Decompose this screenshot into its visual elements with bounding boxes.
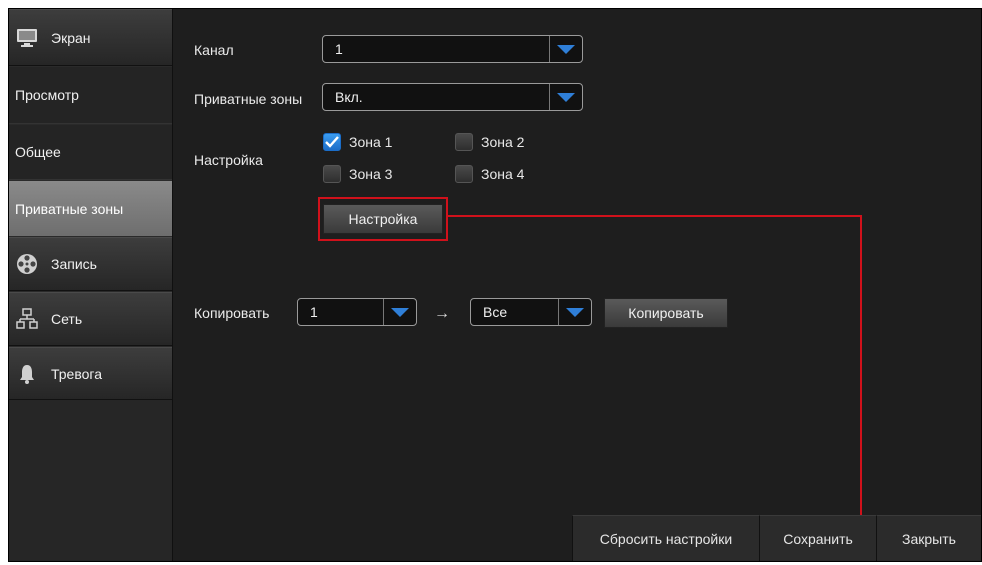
copy-to-value: Все xyxy=(483,304,508,320)
chevron-down-icon xyxy=(549,36,582,62)
sidebar-item-privacy-zones[interactable]: Приватные зоны xyxy=(9,181,172,236)
channel-label: Канал xyxy=(194,42,234,58)
zone-3-checkbox[interactable]: Зона 3 xyxy=(323,165,392,183)
copy-from-select[interactable]: 1 xyxy=(297,298,417,326)
chevron-down-icon xyxy=(558,299,591,325)
sidebar-item-label: Тревога xyxy=(51,365,102,382)
sidebar-item-screen[interactable]: Экран xyxy=(9,9,172,66)
channel-value: 1 xyxy=(335,41,343,57)
checkbox-box xyxy=(455,133,473,151)
zone-2-checkbox[interactable]: Зона 2 xyxy=(455,133,524,151)
sidebar: Экран Просмотр Общее Приватные зоны Запи… xyxy=(9,9,173,561)
sidebar-item-preview[interactable]: Просмотр xyxy=(9,67,172,124)
sidebar-item-label: Просмотр xyxy=(15,87,79,103)
sidebar-item-label: Запись xyxy=(51,256,97,272)
privacy-zones-label: Приватные зоны xyxy=(194,91,303,107)
setup-label: Настройка xyxy=(194,152,263,168)
reset-settings-button[interactable]: Сбросить настройки xyxy=(572,515,759,561)
sidebar-item-label: Приватные зоны xyxy=(15,200,124,217)
film-reel-icon xyxy=(15,253,39,275)
sidebar-item-label: Общее xyxy=(15,144,61,160)
close-button[interactable]: Закрыть xyxy=(876,515,981,561)
channel-select[interactable]: 1 xyxy=(322,35,583,63)
privacy-zones-value: Вкл. xyxy=(335,89,363,105)
copy-from-value: 1 xyxy=(310,304,318,320)
bell-icon xyxy=(15,363,39,385)
sidebar-item-general[interactable]: Общее xyxy=(9,125,172,180)
copy-label: Копировать xyxy=(194,305,270,321)
zone-4-checkbox[interactable]: Зона 4 xyxy=(455,165,524,183)
zone-1-checkbox[interactable]: Зона 1 xyxy=(323,133,392,151)
chevron-down-icon xyxy=(383,299,416,325)
sidebar-item-label: Экран xyxy=(51,29,91,46)
sidebar-item-alarm[interactable]: Тревога xyxy=(9,347,172,400)
sidebar-item-record[interactable]: Запись xyxy=(9,237,172,291)
callout-line-vertical xyxy=(860,215,862,561)
zone-label: Зона 4 xyxy=(481,166,525,182)
copy-to-select[interactable]: Все xyxy=(470,298,592,326)
sidebar-item-label: Сеть xyxy=(51,311,83,327)
save-button[interactable]: Сохранить xyxy=(759,515,876,561)
right-arrow-icon: → xyxy=(434,305,450,322)
network-icon xyxy=(15,308,39,330)
checkmark-icon xyxy=(323,133,341,151)
privacy-zones-select[interactable]: Вкл. xyxy=(322,83,583,111)
zone-label: Зона 1 xyxy=(349,134,393,150)
copy-button[interactable]: Копировать xyxy=(604,298,728,328)
setup-button[interactable]: Настройка xyxy=(323,204,443,234)
monitor-icon xyxy=(15,27,39,49)
settings-window: Экран Просмотр Общее Приватные зоны Запи… xyxy=(8,8,982,562)
zone-label: Зона 3 xyxy=(349,166,393,182)
callout-line-horizontal xyxy=(448,215,862,217)
zone-label: Зона 2 xyxy=(481,134,525,150)
checkbox-box xyxy=(323,165,341,183)
sidebar-empty-area xyxy=(9,400,172,561)
sidebar-item-network[interactable]: Сеть xyxy=(9,292,172,346)
chevron-down-icon xyxy=(549,84,582,110)
checkbox-box xyxy=(455,165,473,183)
